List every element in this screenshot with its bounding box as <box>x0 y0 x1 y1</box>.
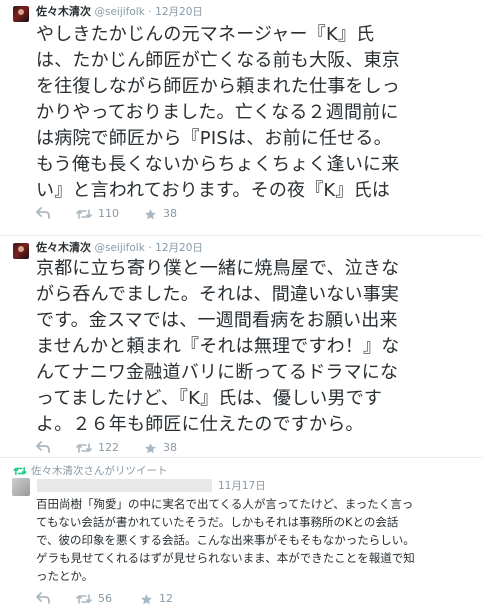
tweet-text-line: やしきたかじんの元マネージャー『K』氏 <box>36 24 375 45</box>
tweet-text-line: です。金スマでは、一週間看病をお願い出来 <box>36 310 398 331</box>
retweet-icon <box>76 594 92 604</box>
tweet-header: 佐々木清次 @seijifolk · 12月20日 <box>36 241 203 255</box>
tweet-text-line: がら呑んでました。それは、間違いない事実 <box>36 284 400 305</box>
retweet-button[interactable]: 122 <box>76 441 119 455</box>
retweeted-by-label[interactable]: 佐々木清次さんがリツイート <box>13 463 168 478</box>
favorite-count: 12 <box>159 592 173 605</box>
reply-icon <box>36 207 50 219</box>
tweet-text-line: ってましたけど、『K』氏は、優しい男です <box>36 388 383 409</box>
retweet-button[interactable]: 110 <box>76 207 119 221</box>
star-icon <box>145 442 156 453</box>
separator-dot: · <box>148 242 152 254</box>
favorite-count: 38 <box>163 441 177 454</box>
tweet-date[interactable]: 11月17日 <box>218 478 266 493</box>
tweet-text-line: かりやっておりました。亡くなる２週間前に <box>36 102 399 123</box>
avatar[interactable] <box>13 243 29 259</box>
tweet-3-retweet[interactable]: 佐々木清次さんがリツイート 11月17日 百田尚樹「殉愛」の中に実名で出てくる人… <box>0 457 482 610</box>
tweet-text: やしきたかじんの元マネージャー『K』氏 は、たかじん師匠が亡くなる前も大阪、東京… <box>36 22 400 204</box>
avatar[interactable] <box>12 478 30 496</box>
retweeted-by-text: 佐々木清次さんがリツイート <box>31 465 168 477</box>
tweet-text-line: で、彼の印象を悪くする会話。こんな出来事がそもそもなかったらしい。 <box>36 533 415 547</box>
tweet-text-line: もう俺も長くないからちょくちょく逢いに来 <box>36 154 400 175</box>
tweet-text: 京都に立ち寄り僕と一緒に焼鳥屋で、泣きな がら呑んでました。それは、間違いない事… <box>36 256 399 438</box>
tweet-date[interactable]: 12月20日 <box>155 6 203 18</box>
tweet-header: 佐々木清次 @seijifolk · 12月20日 <box>36 5 203 19</box>
tweet-text: 百田尚樹「殉愛」の中に実名で出てくる人が言ってたけど、まったく言っ てもない会話… <box>36 495 415 585</box>
author-name[interactable]: 佐々木清次 <box>36 241 91 254</box>
retweet-count: 56 <box>98 592 112 605</box>
tweet-text-line: は病院で師匠から『PISは、お前に任せる。 <box>36 128 392 149</box>
tweet-text-line: ゲラも見せてくれるはずが見せられないまま、本ができたことを報道で知 <box>36 551 415 565</box>
tweet-text-line: は、たかじん師匠が亡くなる前も大阪、東京 <box>36 50 400 71</box>
tweet-text-line: ませんかと頼まれ『それは無理ですわ！』な <box>36 336 400 357</box>
tweet-text-line: んてナニワ金融道バリに断ってるドラマにな <box>36 362 399 383</box>
favorite-count: 38 <box>163 207 177 220</box>
tweet-text-line: い』と言われております。その夜『K』氏は <box>36 180 391 201</box>
reply-icon <box>36 592 50 604</box>
retweet-button[interactable]: 56 <box>76 592 112 606</box>
author-handle[interactable]: @seijifolk <box>95 242 145 254</box>
author-name[interactable]: 佐々木清次 <box>36 5 91 18</box>
favorite-button[interactable]: 38 <box>144 207 177 221</box>
star-icon <box>141 593 152 604</box>
retweet-icon <box>76 209 92 219</box>
tweet-text-line: てもない会話が書かれていたそうだ。しかもそれは事務所のKとの会話 <box>36 515 399 529</box>
tweet-text-line: ったとか。 <box>36 569 94 583</box>
tweet-text-line: よ。２６年も師匠に仕えたのですから。 <box>36 414 364 435</box>
favorite-button[interactable]: 12 <box>140 592 173 606</box>
tweet-text-line: 京都に立ち寄り僕と一緒に焼鳥屋で、泣きな <box>36 258 400 279</box>
author-handle[interactable]: @seijifolk <box>95 6 145 18</box>
tweet-date[interactable]: 12月20日 <box>155 242 203 254</box>
tweet-actions: 56 12 <box>36 592 236 608</box>
favorite-button[interactable]: 38 <box>144 441 177 455</box>
avatar[interactable] <box>13 6 29 22</box>
reply-button[interactable] <box>36 207 50 219</box>
retweet-count: 110 <box>98 207 119 220</box>
redacted-author <box>37 479 212 492</box>
reply-icon <box>36 441 50 453</box>
retweet-icon <box>13 466 27 475</box>
reply-button[interactable] <box>36 441 50 453</box>
tweet-actions: 110 38 <box>36 207 236 223</box>
reply-button[interactable] <box>36 592 50 604</box>
separator-dot: · <box>148 6 152 18</box>
retweet-count: 122 <box>98 441 119 454</box>
tweet-text-line: 百田尚樹「殉愛」の中に実名で出てくる人が言ってたけど、まったく言っ <box>36 497 414 511</box>
tweet-1[interactable]: 佐々木清次 @seijifolk · 12月20日 やしきたかじんの元マネージャ… <box>0 0 482 232</box>
retweet-icon <box>76 443 92 453</box>
star-icon <box>145 208 156 219</box>
tweet-actions: 122 38 <box>36 441 236 457</box>
tweet-text-line: を往復しながら師匠から頼まれた仕事をしっ <box>36 76 400 97</box>
tweet-2[interactable]: 佐々木清次 @seijifolk · 12月20日 京都に立ち寄り僕と一緒に焼鳥… <box>0 235 482 457</box>
